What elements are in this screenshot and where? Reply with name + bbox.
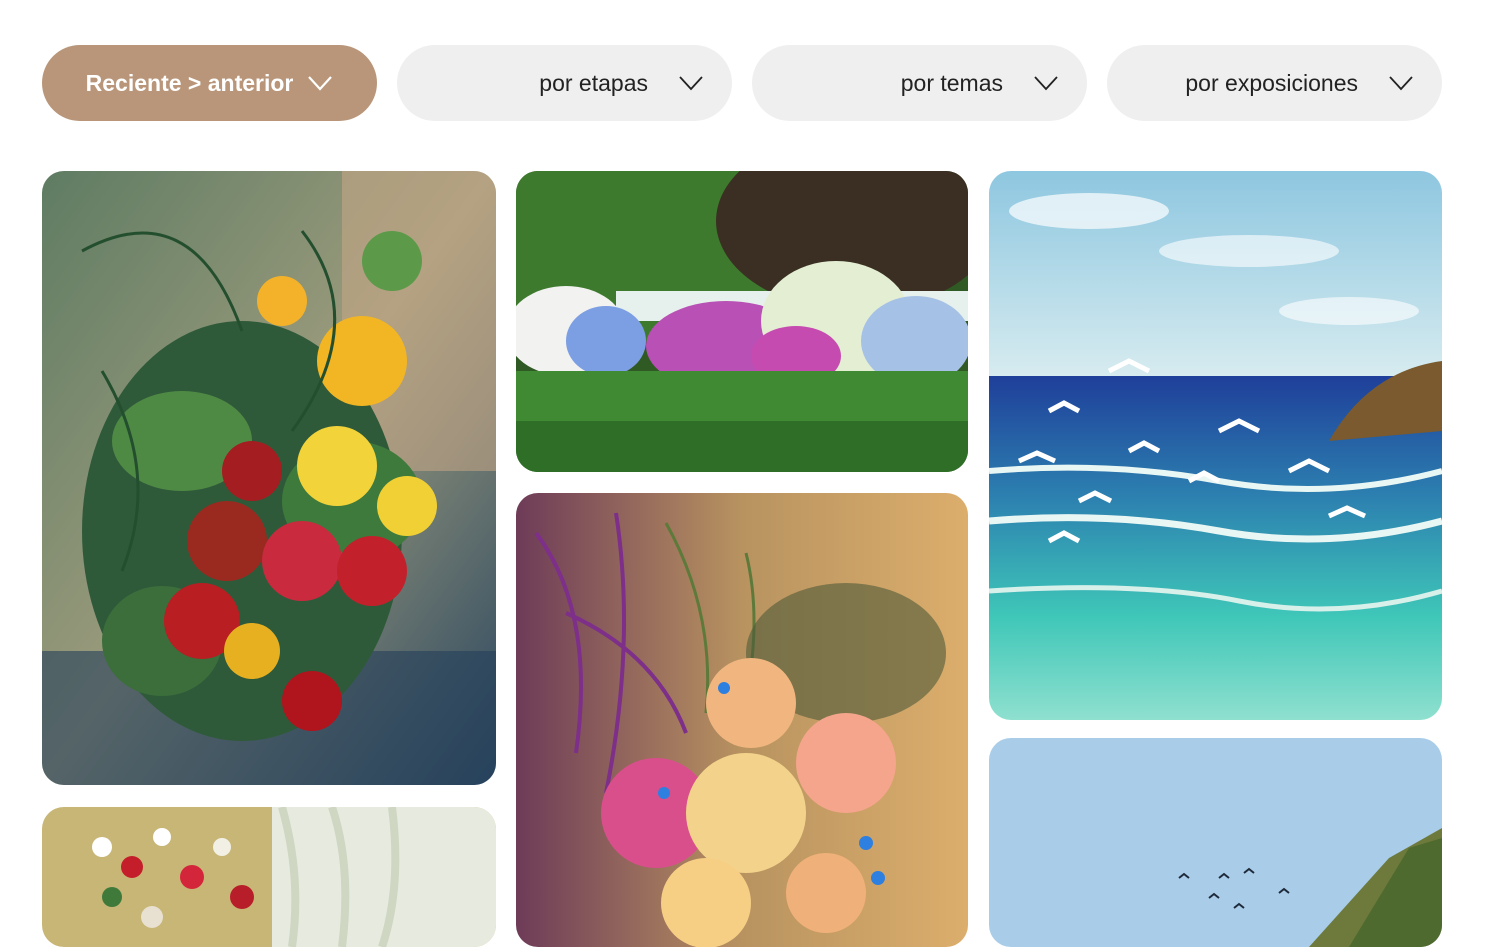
filter-bar: Reciente > anterior por etapas por temas… (42, 45, 1442, 121)
painting-seagulls-seascape[interactable] (989, 171, 1442, 720)
painting-roses-butterflies[interactable] (516, 493, 968, 947)
painting-image (516, 171, 968, 472)
painting-image (989, 171, 1442, 720)
painting-wildflowers-curtain[interactable] (42, 807, 496, 947)
filter-exhibitions-label: por exposiciones (1185, 69, 1358, 96)
sort-recent-label: Reciente > anterior (85, 69, 294, 96)
filter-exhibitions-dropdown[interactable]: por exposiciones (1107, 45, 1442, 121)
painting-image (989, 738, 1442, 947)
painting-nasturtium-bouquet[interactable] (42, 171, 496, 785)
chevron-down-icon (1033, 75, 1059, 91)
painting-image (42, 171, 496, 785)
filter-stages-dropdown[interactable]: por etapas (397, 45, 732, 121)
painting-coastal-cliff-birds[interactable] (989, 738, 1442, 947)
chevron-down-icon (678, 75, 704, 91)
filter-themes-label: por temas (900, 69, 1003, 96)
painting-hydrangea-garden[interactable] (516, 171, 968, 472)
chevron-down-icon (1388, 75, 1414, 91)
filter-stages-label: por etapas (539, 69, 648, 96)
chevron-down-icon (307, 75, 333, 91)
painting-image (42, 807, 496, 947)
filter-themes-dropdown[interactable]: por temas (752, 45, 1087, 121)
painting-image (516, 493, 968, 947)
sort-recent-dropdown[interactable]: Reciente > anterior (42, 45, 377, 121)
